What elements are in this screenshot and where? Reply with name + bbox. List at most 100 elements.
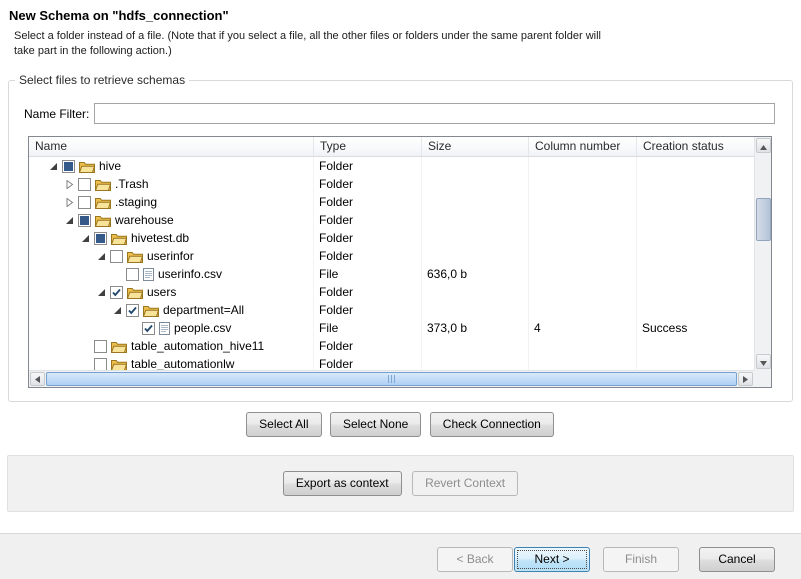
scrollbar-corner bbox=[754, 370, 771, 387]
expand-arrow-icon[interactable] bbox=[63, 196, 76, 209]
node-label: hivetest.db bbox=[131, 229, 189, 247]
cell-columns bbox=[529, 175, 637, 193]
row-checkbox[interactable] bbox=[110, 286, 123, 299]
file-icon bbox=[143, 268, 154, 281]
revert-context-button: Revert Context bbox=[412, 471, 518, 496]
tree-row[interactable]: table_automationlwFolder bbox=[29, 355, 754, 370]
tree-row[interactable]: department=AllFolder bbox=[29, 301, 754, 319]
folder-icon bbox=[127, 286, 143, 299]
column-header-size[interactable]: Size bbox=[422, 137, 529, 156]
cell-name: userinfo.csv bbox=[29, 265, 314, 283]
tree-row[interactable]: people.csvFile373,0 b4Success bbox=[29, 319, 754, 337]
cell-type: File bbox=[314, 265, 422, 283]
scroll-up-button[interactable] bbox=[756, 138, 771, 153]
row-checkbox[interactable] bbox=[78, 178, 91, 191]
vertical-scrollbar-thumb[interactable] bbox=[756, 198, 771, 241]
cell-type: Folder bbox=[314, 247, 422, 265]
cell-size bbox=[422, 355, 529, 370]
next-button[interactable]: Next > bbox=[514, 547, 590, 572]
cell-name: table_automation_hive11 bbox=[29, 337, 314, 355]
select-none-button[interactable]: Select None bbox=[330, 412, 421, 437]
expander-placeholder bbox=[79, 340, 92, 353]
name-filter-input[interactable] bbox=[94, 103, 775, 124]
column-header-column-number[interactable]: Column number bbox=[529, 137, 637, 156]
export-as-context-button[interactable]: Export as context bbox=[283, 471, 402, 496]
scroll-down-button[interactable] bbox=[756, 354, 771, 369]
vertical-scrollbar[interactable] bbox=[754, 137, 771, 370]
cell-name: .Trash bbox=[29, 175, 314, 193]
row-checkbox[interactable] bbox=[62, 160, 75, 173]
cancel-button[interactable]: Cancel bbox=[699, 547, 775, 572]
cell-name: .staging bbox=[29, 193, 314, 211]
collapse-arrow-icon[interactable] bbox=[63, 214, 76, 227]
tree-row[interactable]: hiveFolder bbox=[29, 157, 754, 175]
back-button: < Back bbox=[437, 547, 513, 572]
tree-row[interactable]: hivetest.dbFolder bbox=[29, 229, 754, 247]
cell-columns bbox=[529, 211, 637, 229]
expander-placeholder bbox=[127, 322, 140, 335]
row-checkbox[interactable] bbox=[78, 196, 91, 209]
tree-row[interactable]: warehouseFolder bbox=[29, 211, 754, 229]
cell-status bbox=[637, 355, 754, 370]
tree-indent bbox=[33, 292, 95, 293]
description-line-2: take part in the following action.) bbox=[14, 44, 601, 59]
tree-row[interactable]: .stagingFolder bbox=[29, 193, 754, 211]
row-checkbox[interactable] bbox=[126, 304, 139, 317]
cell-type: Folder bbox=[314, 193, 422, 211]
tree-indent bbox=[33, 274, 111, 275]
bottom-button-bar bbox=[0, 534, 801, 579]
tree-indent bbox=[33, 202, 63, 203]
node-label: table_automation_hive11 bbox=[131, 337, 264, 355]
cell-type: File bbox=[314, 319, 422, 337]
collapse-arrow-icon[interactable] bbox=[47, 160, 60, 173]
cell-name: people.csv bbox=[29, 319, 314, 337]
collapse-arrow-icon[interactable] bbox=[111, 304, 124, 317]
scroll-right-button[interactable] bbox=[738, 372, 753, 386]
horizontal-scrollbar[interactable] bbox=[29, 370, 754, 387]
tree-row[interactable]: .TrashFolder bbox=[29, 175, 754, 193]
cell-status bbox=[637, 337, 754, 355]
folder-icon bbox=[95, 178, 111, 191]
cell-columns bbox=[529, 283, 637, 301]
collapse-arrow-icon[interactable] bbox=[79, 232, 92, 245]
row-checkbox[interactable] bbox=[142, 322, 155, 335]
scroll-down-icon bbox=[760, 353, 767, 371]
expander-placeholder bbox=[79, 358, 92, 371]
cell-status bbox=[637, 211, 754, 229]
cell-status bbox=[637, 283, 754, 301]
row-checkbox[interactable] bbox=[94, 340, 107, 353]
cell-status bbox=[637, 175, 754, 193]
node-label: .Trash bbox=[115, 175, 149, 193]
cell-status bbox=[637, 301, 754, 319]
collapse-arrow-icon[interactable] bbox=[95, 286, 108, 299]
scroll-up-icon bbox=[760, 137, 767, 155]
tree-row[interactable]: table_automation_hive11Folder bbox=[29, 337, 754, 355]
collapse-arrow-icon[interactable] bbox=[95, 250, 108, 263]
scroll-left-button[interactable] bbox=[30, 372, 45, 386]
column-header-name[interactable]: Name bbox=[29, 137, 314, 156]
tree-row[interactable]: userinfo.csvFile636,0 b bbox=[29, 265, 754, 283]
cell-size bbox=[422, 229, 529, 247]
checkbox-filled-state bbox=[80, 216, 89, 225]
select-all-button[interactable]: Select All bbox=[246, 412, 321, 437]
row-checkbox[interactable] bbox=[78, 214, 91, 227]
finish-button: Finish bbox=[603, 547, 679, 572]
column-header-creation-status[interactable]: Creation status bbox=[637, 137, 756, 156]
row-checkbox[interactable] bbox=[94, 232, 107, 245]
horizontal-scrollbar-thumb[interactable] bbox=[46, 372, 737, 386]
tree-row[interactable]: userinforFolder bbox=[29, 247, 754, 265]
tree-row[interactable]: usersFolder bbox=[29, 283, 754, 301]
cell-size: 373,0 b bbox=[422, 319, 529, 337]
cell-type: Folder bbox=[314, 157, 422, 175]
cell-name: userinfor bbox=[29, 247, 314, 265]
check-connection-button[interactable]: Check Connection bbox=[430, 412, 554, 437]
table-body: hiveFolder.TrashFolder.stagingFolderware… bbox=[29, 157, 754, 370]
row-checkbox[interactable] bbox=[126, 268, 139, 281]
cell-columns bbox=[529, 247, 637, 265]
node-label: userinfo.csv bbox=[158, 265, 222, 283]
column-header-type[interactable]: Type bbox=[314, 137, 422, 156]
row-checkbox[interactable] bbox=[94, 358, 107, 371]
expand-arrow-icon[interactable] bbox=[63, 178, 76, 191]
cell-status: Success bbox=[637, 319, 754, 337]
row-checkbox[interactable] bbox=[110, 250, 123, 263]
